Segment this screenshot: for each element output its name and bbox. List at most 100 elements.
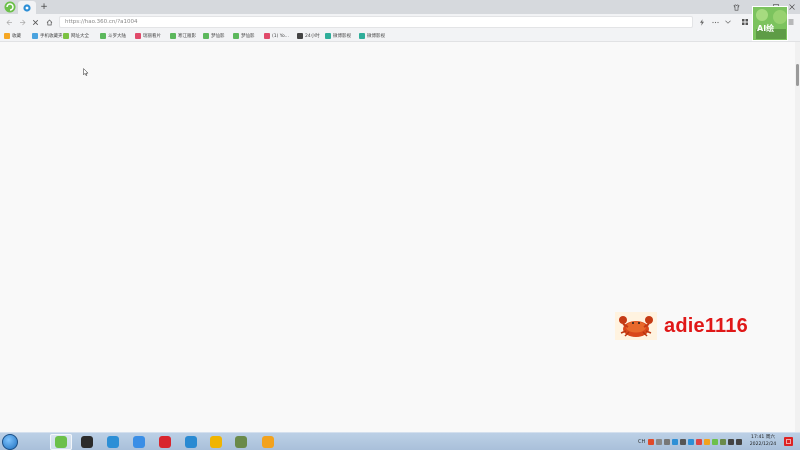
shirt-icon[interactable] [730,1,742,13]
tray-app-orange-icon[interactable] [704,439,711,445]
taskbar-app-owl[interactable] [205,434,227,450]
tray-network-icon[interactable] [728,439,735,445]
system-tray: CH [638,436,744,448]
taskbar-app-orange[interactable] [257,434,279,450]
tray-keyboard-icon[interactable] [672,439,679,445]
taskbar-app-game[interactable] [230,434,252,450]
tray-app-green-icon[interactable] [712,439,719,445]
apps-grid-icon[interactable] [739,16,751,28]
taskbar-feishu[interactable] [128,434,150,450]
stop-loading-icon[interactable] [29,16,41,28]
taskbar-netease-music-icon [159,436,171,448]
taskbar-netease-music[interactable] [154,434,176,450]
tray-volume-icon[interactable] [736,439,743,445]
bm-site-directory-label: 网址大全 [71,34,89,39]
tray-app-owl-icon[interactable] [720,439,727,445]
bm-link-2-icon [135,33,141,39]
vertical-scrollbar[interactable] [795,42,800,432]
home-icon[interactable] [43,16,55,28]
bm-link-4[interactable]: 梦仙影 [203,32,225,40]
crab-logo-icon [615,312,657,340]
bm-link-9-icon [359,33,365,39]
taskbar-360-browser[interactable] [50,434,72,450]
bm-link-5[interactable]: 梦仙影 [233,32,255,40]
bm-link-5-label: 梦仙影 [241,34,255,39]
bm-phone-favorites-label: 手机收藏夹 [40,34,63,39]
start-button[interactable] [2,434,18,450]
new-tab-button[interactable]: + [38,1,50,13]
taskbar-edge[interactable] [102,434,124,450]
taskbar-app-orange-icon [262,436,274,448]
bm-phone-favorites[interactable]: 手机收藏夹 [32,32,63,40]
bm-link-2[interactable]: 瑞丽看片 [135,32,161,40]
bm-link-6-label: (1) Yo... [272,33,289,39]
bm-link-1[interactable]: 斗罗大陆 [100,32,126,40]
bm-link-1-label: 斗罗大陆 [108,34,126,39]
bm-link-6[interactable]: (1) Yo... [264,32,289,40]
bm-link-5-icon [233,33,239,39]
tab-favicon-icon [23,3,31,12]
taskbar-edge-icon [107,436,119,448]
bm-link-7-label: 24小时 [305,34,320,39]
taskbar-obs[interactable] [76,434,98,450]
tab-current[interactable] [18,1,36,14]
bm-link-2-label: 瑞丽看片 [143,34,161,39]
more-options-icon[interactable] [709,16,721,28]
tray-mic-icon[interactable] [664,439,671,445]
bookmarks-bar: 收藏 手机收藏夹 网址大全 斗罗大陆 瑞丽看片 寒江雁影 梦仙影 梦仙影 (1) Yo... 24… [0,30,800,42]
tray-app-blue-icon[interactable] [688,439,695,445]
bm-link-7[interactable]: 24小时 [297,32,320,40]
taskbar-feishu-icon [133,436,145,448]
lightning-icon[interactable] [696,16,708,28]
mouse-cursor-icon [83,68,89,76]
bm-link-8[interactable]: 微博影视 [325,32,351,40]
tray-moon-icon[interactable] [656,439,663,445]
bm-link-4-icon [203,33,209,39]
system-clock[interactable]: 17:41 周六 2022/12/24 [745,435,781,449]
page-content [0,42,795,432]
bm-link-7-icon [297,33,303,39]
bm-link-9-label: 微博影视 [367,34,385,39]
bm-favorites-icon [4,33,10,39]
bm-link-3-icon [170,33,176,39]
notification-icon[interactable] [784,437,793,446]
bm-link-1-icon [100,33,106,39]
input-language-indicator[interactable]: CH [638,439,645,445]
bm-link-9[interactable]: 微博影视 [359,32,385,40]
taskbar-obs-icon [81,436,93,448]
chevron-down-icon[interactable] [722,16,734,28]
tray-app-icon[interactable] [648,439,655,445]
streamer-watermark: adie1116 [615,312,748,340]
bm-favorites-label: 收藏 [12,34,21,39]
bm-site-directory[interactable]: 网址大全 [63,32,89,40]
taskbar-app-game-icon [235,436,247,448]
tray-settings-icon[interactable] [680,439,687,445]
bm-link-3[interactable]: 寒江雁影 [170,32,196,40]
streamer-avatar: AI绘 [752,6,788,41]
url-text: https://hao.360.cn/?a1004 [65,19,138,25]
address-bar-row: https://hao.360.cn/?a1004 [0,14,800,30]
forward-arrow-icon[interactable] [16,16,28,28]
bm-link-8-icon [325,33,331,39]
taskbar: CH 17:41 周六 2022/12/24 [0,432,800,450]
taskbar-360-browser-icon [55,436,67,448]
bm-site-directory-icon [63,33,69,39]
bm-phone-favorites-icon [32,33,38,39]
bm-favorites[interactable]: 收藏 [4,32,21,40]
taskbar-app-owl-icon [210,436,222,448]
browser-logo-icon[interactable] [3,1,17,13]
tray-app-red-icon[interactable] [696,439,703,445]
clock-date: 2022/12/24 [749,441,777,447]
back-arrow-icon[interactable] [3,16,15,28]
url-input[interactable]: https://hao.360.cn/?a1004 [59,16,693,28]
bm-link-6-icon [264,33,270,39]
taskbar-app-blue-icon [185,436,197,448]
browser-window: + https://hao.360.cn/?a1004 收藏 手机收藏夹 网址大… [0,0,800,432]
taskbar-app-blue[interactable] [180,434,202,450]
bm-link-8-label: 微博影视 [333,34,351,39]
bm-link-4-label: 梦仙影 [211,34,225,39]
watermark-text: adie1116 [664,314,748,337]
avatar-label: AI绘 [757,24,775,33]
tab-strip: + [0,0,800,14]
scrollbar-thumb[interactable] [796,64,799,86]
